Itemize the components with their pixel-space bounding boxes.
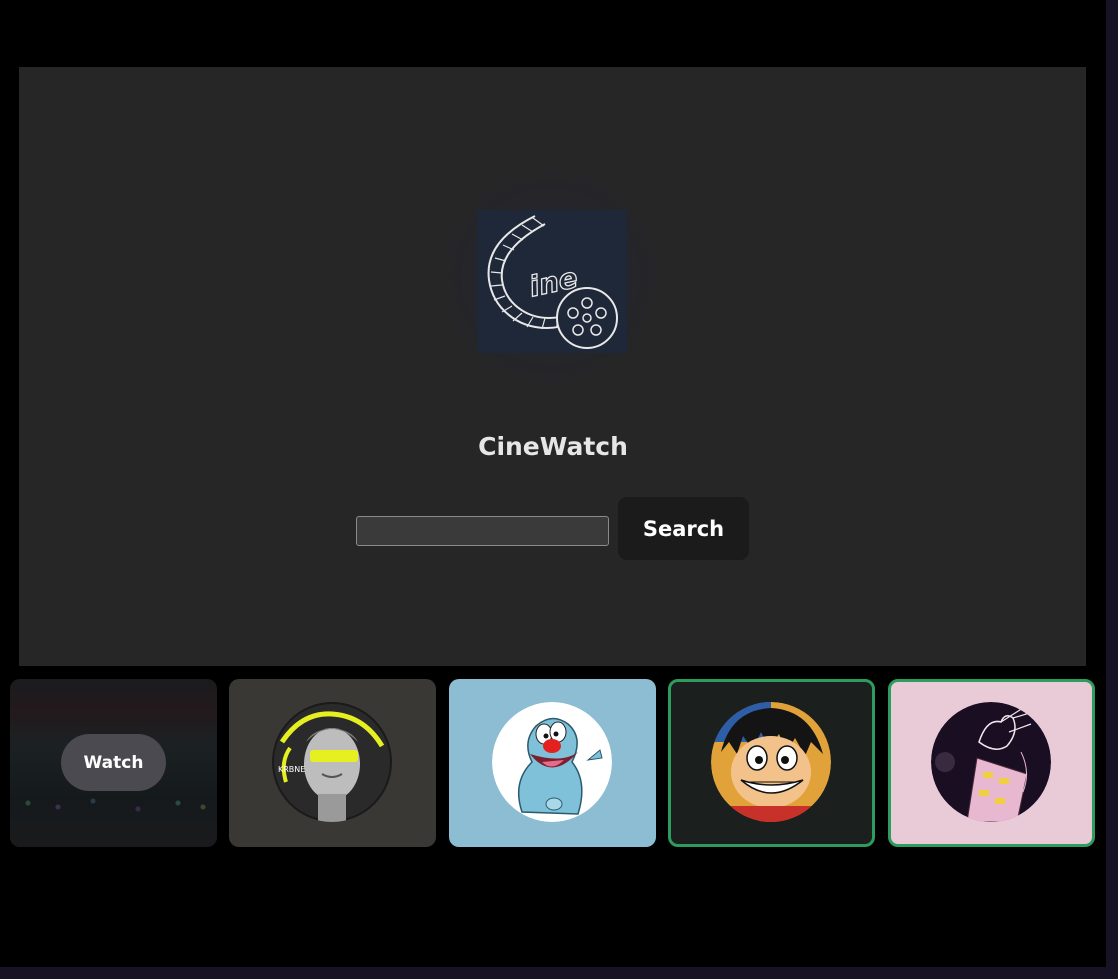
profile-card-oggy[interactable] (449, 679, 656, 847)
watch-card[interactable]: Watch (10, 679, 217, 847)
luffy-avatar-icon (711, 702, 831, 822)
search-input[interactable] (356, 516, 609, 546)
sketch-avatar-icon (931, 702, 1051, 822)
profile-card-sketch[interactable] (888, 679, 1095, 847)
oggy-avatar-icon (492, 702, 612, 822)
scrollbar-track[interactable] (1106, 0, 1118, 979)
profile-card-statue[interactable]: KRBNE (229, 679, 436, 847)
statue-avatar-icon: KRBNE (272, 702, 392, 822)
watch-button[interactable]: Watch (61, 734, 166, 791)
search-button[interactable]: Search (618, 497, 749, 560)
profile-card-luffy[interactable] (668, 679, 875, 847)
page-viewport: ine CineWatch Search Watch KRBNE (0, 0, 1106, 967)
cine-logo-icon: ine (477, 210, 627, 353)
bottom-edge (0, 967, 1118, 979)
app-title: CineWatch (478, 432, 628, 461)
watch-card-lights (18, 795, 208, 817)
svg-text:KRBNE: KRBNE (278, 765, 305, 774)
